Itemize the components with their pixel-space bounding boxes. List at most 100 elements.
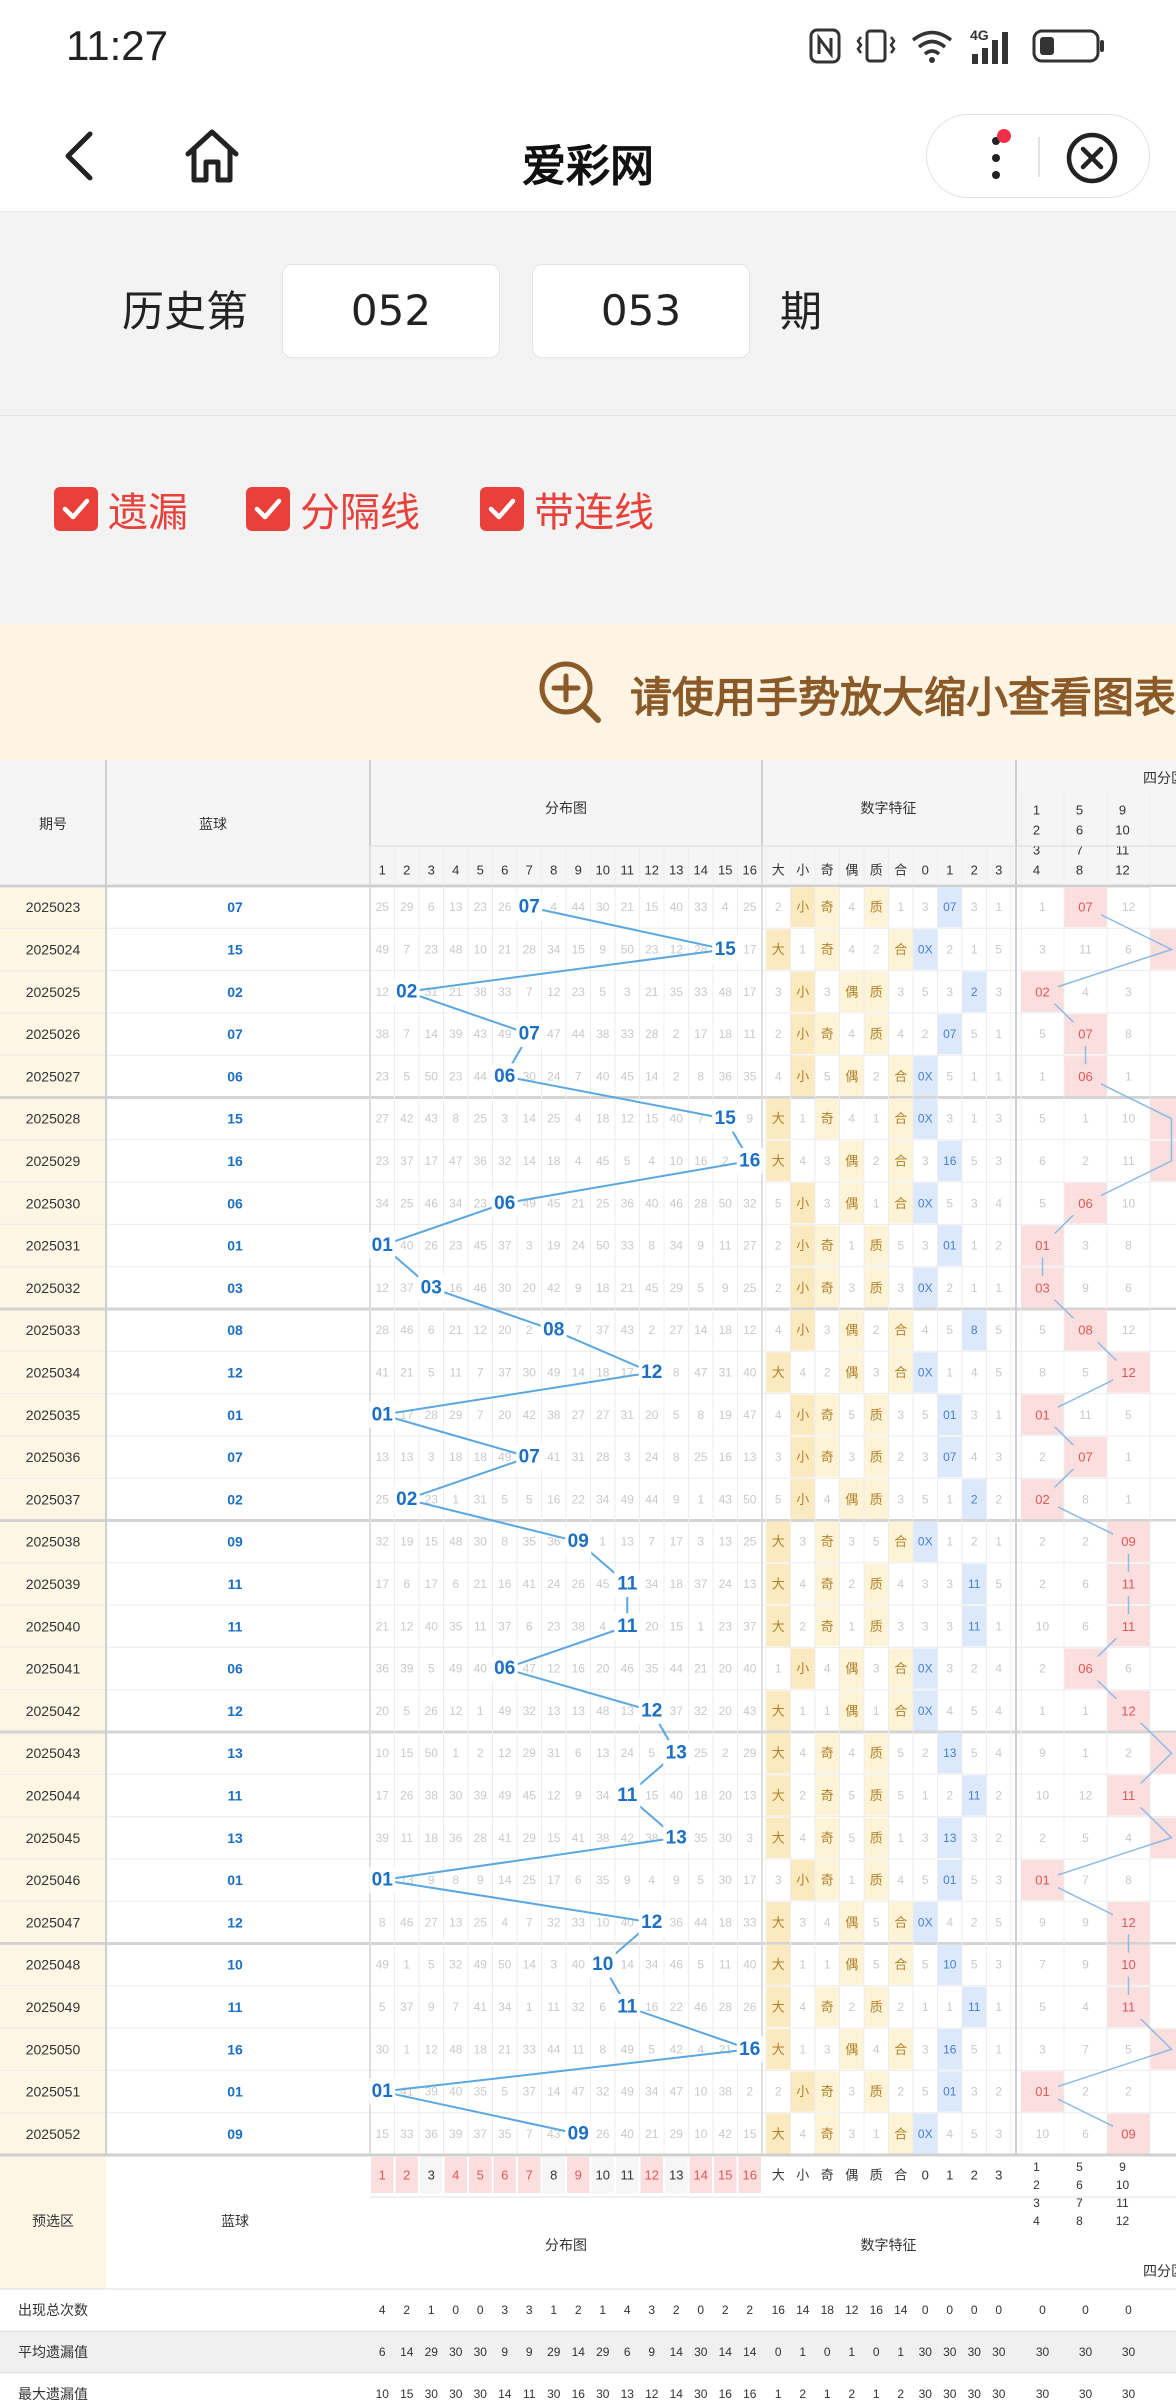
quad-col-label: 11 [1116,843,1130,858]
missing-value: 7 [403,942,410,956]
missing-value: 32 [572,2000,586,2014]
blue-ball-value: 13 [227,1745,243,1761]
missing-value: 32 [376,1535,390,1549]
stats-value: 0 [452,2303,459,2317]
missing-value: 18 [670,1577,684,1591]
feature-mark: 合 [894,1196,907,1211]
missing-value: 31 [474,1492,488,1506]
missing-value: 29 [523,1746,537,1760]
missing-value: 34 [449,1196,463,1210]
missing-value: 50 [498,1958,512,1972]
missing-value: 3 [799,1915,806,1929]
close-circle-icon[interactable] [1065,131,1119,185]
missing-value: 28 [719,2000,733,2014]
quad-col-label: 3 [1033,843,1040,858]
feature-mark: 2 [971,1492,978,1506]
missing-value: 5 [971,2127,978,2141]
issue-number: 2025025 [26,984,81,1000]
quadrant-mark: 11 [1122,1788,1136,1803]
missing-value: 35 [694,1831,708,1845]
missing-value: 3 [1039,942,1046,956]
missing-value: 41 [547,1450,561,1464]
period-from-input[interactable]: 052 [282,264,500,358]
missing-value: 4 [971,1365,978,1379]
missing-value: 18 [425,1831,439,1845]
missing-value: 34 [645,1577,659,1591]
missing-value: 1 [824,1958,831,1972]
quadrant-cell [1150,1479,1176,1520]
quadrant-cell [1150,1267,1176,1308]
trend-chart[interactable]: 期号蓝球分布图数字特征四分区法12345678910111213141516大小… [0,760,1176,2400]
missing-value: 5 [971,1704,978,1718]
missing-value: 6 [1082,2127,1089,2141]
option-separator-checkbox[interactable]: 分隔线 [246,480,420,538]
missing-value: 5 [848,1408,855,1422]
missing-value: 4 [946,2127,953,2141]
blue-ball-label: 02 [396,1489,417,1510]
header-distribution: 分布图 [545,800,587,816]
missing-value: 10 [1036,1619,1050,1633]
missing-value: 3 [897,1619,904,1633]
missing-value: 2 [995,1788,1002,1802]
missing-value: 5 [897,1746,904,1760]
wifi-icon [911,30,953,63]
missing-value: 3 [971,900,978,914]
feature-mark: 质 [870,1830,883,1845]
blue-ball-label: 11 [617,1785,638,1806]
missing-value: 1 [995,1408,1002,1422]
missing-value: 6 [428,900,435,914]
missing-value: 1 [1125,1450,1132,1464]
missing-value: 11 [474,1619,487,1633]
missing-value: 36 [719,1069,733,1083]
feature-mark: 偶 [845,1153,858,1168]
missing-value: 2 [775,1239,782,1253]
issue-number: 2025023 [26,899,81,915]
missing-value: 3 [775,1450,782,1464]
blue-ball-value: 02 [227,984,243,1000]
checkbox-checked-icon [246,487,290,531]
missing-value: 15 [376,2127,390,2141]
missing-value: 7 [477,1365,484,1379]
missing-value: 2 [673,1069,680,1083]
feature-mark: 质 [870,1450,883,1465]
missing-value: 3 [1082,1239,1089,1253]
period-to-input[interactable]: 053 [532,264,750,358]
feature-mark: 0X [918,1069,933,1083]
missing-value: 2 [922,1746,929,1760]
missing-value: 5 [971,1873,978,1887]
nfc-icon [809,28,841,64]
feature-mark: 小 [796,1492,809,1507]
missing-value: 5 [946,1323,953,1337]
option-connector-checkbox[interactable]: 带连线 [480,480,654,538]
feature-mark: 奇 [821,1111,834,1126]
missing-value: 3 [922,1239,929,1253]
missing-value: 30 [523,1365,537,1379]
stats-value: 0 [1039,2303,1046,2317]
missing-value: 27 [376,1112,390,1126]
missing-value: 5 [971,1027,978,1041]
issue-number: 2025037 [26,1491,81,1507]
stats-value: 14 [498,2387,512,2400]
missing-value: 32 [596,2085,610,2099]
stats-value: 15 [400,2387,414,2400]
preselect-feature: 0 [922,2168,929,2183]
issue-number: 2025052 [26,2126,81,2142]
preselect-number: 2 [403,2168,410,2183]
stats-value: 18 [821,2303,835,2317]
missing-value: 33 [621,1239,635,1253]
missing-value: 5 [501,1492,508,1506]
missing-value: 19 [400,1535,414,1549]
missing-value: 8 [1039,1365,1046,1379]
feature-mark: 01 [943,1408,957,1422]
missing-value: 3 [922,2042,929,2056]
feature-mark: 合 [894,1153,907,1168]
preselect-number: 5 [477,2168,484,2183]
missing-value: 33 [694,900,708,914]
option-missing-checkbox[interactable]: 遗漏 [54,480,188,538]
missing-value: 16 [498,1577,512,1591]
feature-mark: 奇 [821,1619,834,1634]
missing-value: 5 [971,2042,978,2056]
trend-chart-svg: 期号蓝球分布图数字特征四分区法12345678910111213141516大小… [0,760,1176,2400]
preselect-quad: 6 [1076,2178,1083,2192]
missing-value: 2 [1082,1154,1089,1168]
